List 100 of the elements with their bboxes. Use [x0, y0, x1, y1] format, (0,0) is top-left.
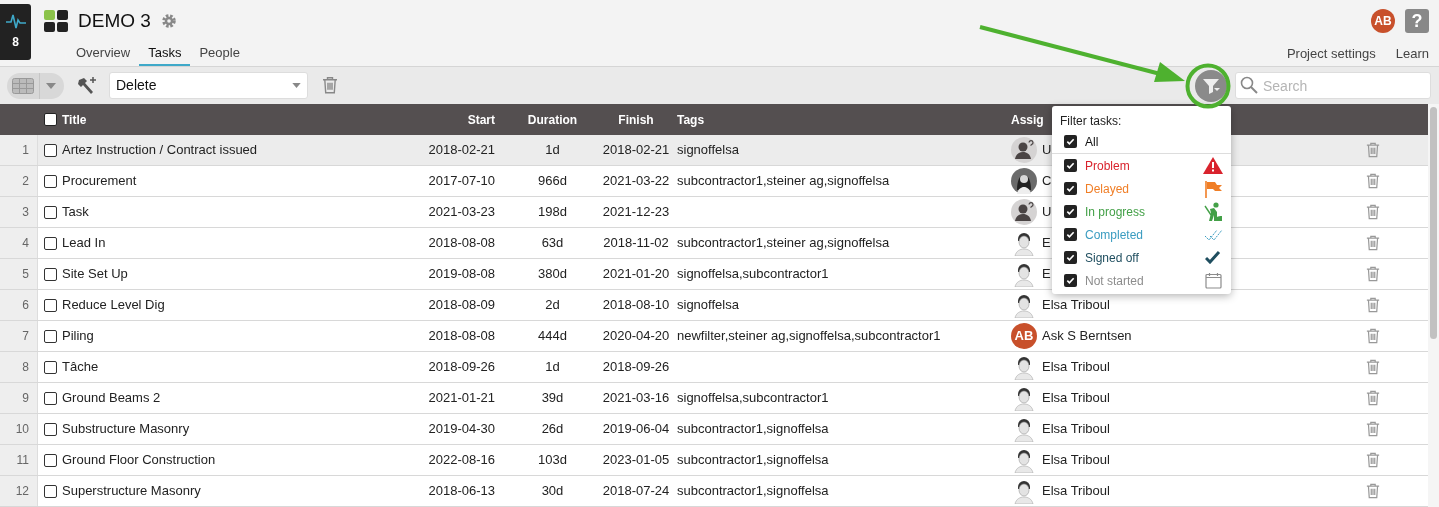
assignee-name: Elsa Triboul	[1042, 482, 1110, 501]
assignee-name: Ask S Berntsen	[1042, 327, 1132, 346]
table-cell-text: 380d	[538, 265, 567, 284]
view-switcher[interactable]	[7, 72, 64, 99]
table-cell-text: subcontractor1,steiner ag,signoffelsa	[676, 234, 891, 253]
trash-icon[interactable]	[1366, 358, 1380, 376]
assignee-name: E	[1042, 234, 1051, 253]
checkbox[interactable]	[1064, 205, 1077, 218]
checkbox[interactable]	[1064, 182, 1077, 195]
notification-count: 8	[12, 34, 19, 51]
user-avatar	[1013, 416, 1035, 442]
caret-icon	[46, 82, 56, 89]
checkbox[interactable]	[1064, 159, 1077, 172]
checkbox[interactable]	[1064, 135, 1077, 148]
column-header[interactable]: Finish	[618, 110, 654, 129]
table-cell-text: 63d	[541, 234, 564, 253]
checkbox[interactable]	[44, 329, 57, 343]
app-logo-tile[interactable]: 8	[0, 4, 31, 60]
table-cell-text: subcontractor1,signoffelsa	[676, 482, 830, 501]
tab[interactable]: People	[190, 42, 249, 66]
checkbox[interactable]	[44, 267, 57, 281]
checkbox[interactable]	[44, 174, 57, 188]
table-cell-text: 2020-04-20	[602, 327, 670, 346]
action-select[interactable]: Delete	[109, 72, 308, 99]
table-row[interactable]: 9 Ground Beams 2 2021-01-21 39d 2021-03-16 signoffelsa,subcontractor1 Elsa Triboul	[0, 383, 1428, 414]
column-header[interactable]: Title	[62, 110, 440, 129]
checkbox[interactable]	[1064, 228, 1077, 241]
assignee-name: U	[1042, 141, 1052, 160]
table-row[interactable]: 12 Superstructure Masonry 2018-06-13 30d 2018-07-24 subcontractor1,signoffelsa Elsa Triboul	[0, 476, 1428, 507]
trash-icon[interactable]	[322, 76, 338, 95]
checkbox[interactable]	[44, 453, 57, 467]
checkbox[interactable]	[44, 298, 57, 312]
user-avatar	[1013, 261, 1035, 287]
settings-icon[interactable]	[160, 13, 177, 29]
trash-icon[interactable]	[1366, 234, 1380, 252]
checkbox[interactable]	[44, 484, 57, 498]
dropdown-heading: Filter tasks:	[1059, 113, 1123, 130]
checkbox[interactable]	[1064, 251, 1077, 264]
user-initials-avatar[interactable]: AB	[1371, 9, 1395, 33]
trash-icon[interactable]	[1366, 203, 1380, 221]
filter-button[interactable]	[1195, 69, 1227, 102]
header-link[interactable]: Learn	[1395, 44, 1429, 64]
table-row[interactable]: 10 Substructure Masonry 2019-04-30 26d 2019-06-04 subcontractor1,signoffelsa Elsa Triboul	[0, 414, 1428, 445]
column-header[interactable]: Tags	[672, 110, 1011, 129]
table-row[interactable]: 6 Reduce Level Dig 2018-08-09 2d 2018-08-10 signoffelsa Elsa Triboul	[0, 290, 1428, 321]
checkbox[interactable]	[44, 391, 57, 405]
trash-icon[interactable]	[1366, 327, 1380, 345]
trash-icon[interactable]	[1366, 389, 1380, 407]
checkbox[interactable]	[44, 113, 57, 126]
table-row[interactable]: 8 Tâche 2018-09-26 1d 2018-09-26 Elsa Triboul	[0, 352, 1428, 383]
scrollbar[interactable]	[1428, 104, 1439, 507]
user-avatar	[1013, 354, 1035, 380]
trash-icon[interactable]	[1366, 296, 1380, 314]
table-cell-text: 2018-02-21	[602, 141, 670, 160]
checkbox[interactable]	[44, 422, 57, 436]
table-cell-text: 444d	[538, 327, 567, 346]
assignee-name: Elsa Triboul	[1042, 451, 1110, 470]
table-cell-text: 198d	[538, 203, 567, 222]
table-row[interactable]: 7 Piling 2018-08-08 444d 2020-04-20 newfilter,steiner ag,signoffelsa,subcontractor1 AB Ask S Berntsen	[0, 321, 1428, 352]
table-cell-text: 2018-06-13	[428, 482, 496, 501]
table-cell-text: 966d	[538, 172, 567, 191]
row-number: 11	[0, 445, 38, 475]
checkbox[interactable]	[44, 360, 57, 374]
column-header[interactable]: Duration	[527, 110, 578, 129]
trash-icon[interactable]	[1366, 172, 1380, 190]
tab[interactable]: Overview	[67, 42, 140, 66]
table-cell-text: 2021-03-22	[602, 172, 670, 191]
unknown-user-icon	[1011, 137, 1037, 163]
project-grid-icon[interactable]	[44, 10, 68, 32]
table-cell-text: 2018-08-10	[602, 296, 670, 315]
hammer-plus-icon[interactable]	[76, 75, 98, 96]
assignee-name: Elsa Triboul	[1042, 358, 1110, 377]
assignee-name: Elsa Triboul	[1042, 389, 1110, 408]
trash-icon[interactable]	[1366, 451, 1380, 469]
table-cell-text: signoffelsa,subcontractor1	[676, 265, 830, 284]
checkbox[interactable]	[44, 205, 57, 219]
checkbox[interactable]	[44, 143, 57, 157]
header-link[interactable]: Project settings	[1286, 44, 1376, 64]
highlight-circle	[1185, 63, 1231, 109]
row-number: 7	[0, 321, 38, 351]
checkbox[interactable]	[1064, 274, 1077, 287]
trash-icon[interactable]	[1366, 420, 1380, 438]
table-cell-text: 2017-07-10	[428, 172, 496, 191]
table-cell-text: 2018-09-26	[602, 358, 670, 377]
column-header[interactable]: Start	[467, 110, 505, 129]
help-button[interactable]: ?	[1405, 9, 1429, 33]
trash-icon[interactable]	[1366, 482, 1380, 500]
table-cell-text: 2021-03-23	[428, 203, 496, 222]
filter-option[interactable]: Not started	[1052, 269, 1231, 292]
trash-icon[interactable]	[1366, 265, 1380, 283]
table-cell-text: signoffelsa	[676, 296, 740, 315]
table-cell-text: signoffelsa	[676, 141, 740, 160]
table-cell-text: 2d	[545, 296, 560, 315]
table-row[interactable]: 11 Ground Floor Construction 2022-08-16 103d 2023-01-05 subcontractor1,signoffelsa Elsa Triboul	[0, 445, 1428, 476]
row-number: 9	[0, 383, 38, 413]
checkbox[interactable]	[44, 236, 57, 250]
flag-icon	[1204, 179, 1222, 198]
search-field[interactable]: Search	[1235, 72, 1431, 99]
table-cell-text: 26d	[541, 420, 564, 439]
unknown-user-icon	[1011, 199, 1037, 225]
